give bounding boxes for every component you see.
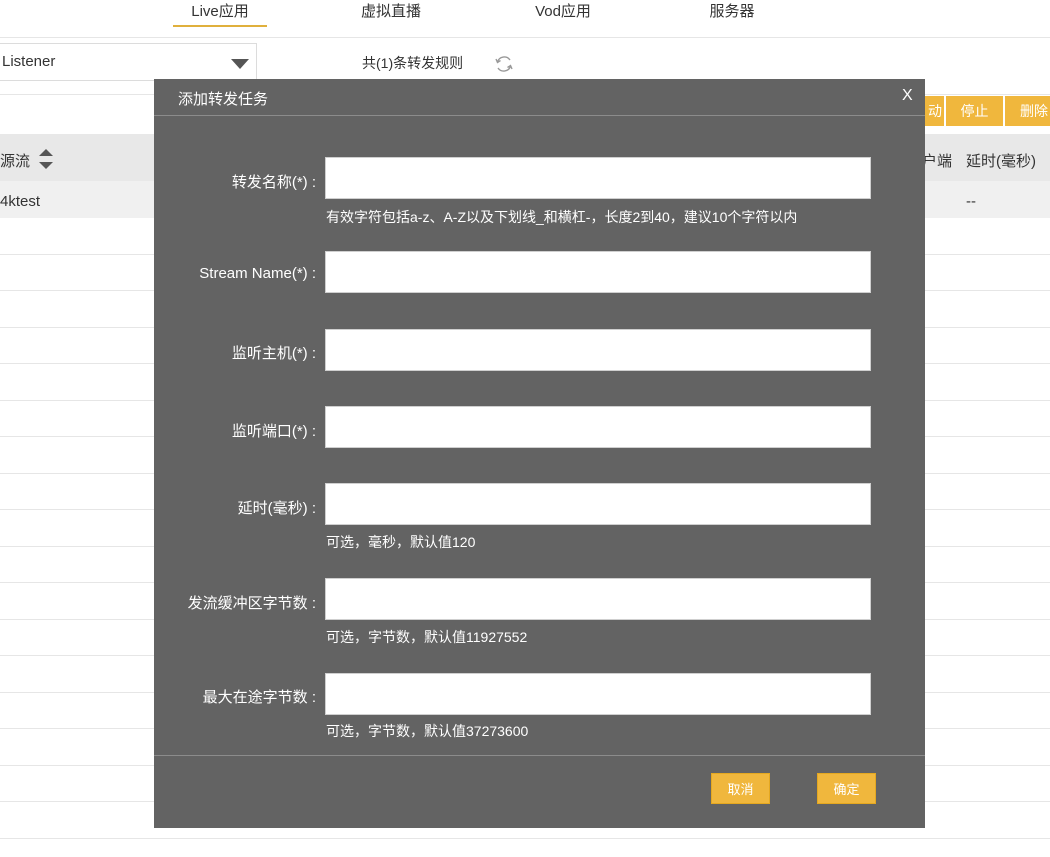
stop-button[interactable]: 停止 (946, 96, 1003, 126)
row-divider (0, 838, 1050, 839)
forward-name-label: 转发名称(*) : (231, 174, 316, 191)
mode-select-value: Listener (2, 53, 56, 70)
max-inflight-label: 最大在途字节数 : (202, 689, 316, 706)
delay-label: 延时(毫秒) : (237, 500, 316, 517)
forward-name-input[interactable] (325, 157, 871, 199)
dialog-title: 添加转发任务 (178, 91, 269, 108)
listen-host-input[interactable] (325, 329, 871, 371)
stream-name-input[interactable] (325, 251, 871, 293)
mode-select[interactable]: Listener (0, 43, 257, 81)
delay-input[interactable] (325, 483, 871, 525)
delay-hint: 可选，毫秒，默认值120 (326, 534, 476, 550)
forward-name-hint: 有效字符包括a-z、A-Z以及下划线_和横杠-，长度2到40，建议10个字符以内 (326, 209, 798, 225)
listen-port-label: 监听端口(*) : (231, 423, 316, 440)
add-forward-task-dialog: 添加转发任务 X 转发名称(*) : 有效字符包括a-z、A-Z以及下划线_和横… (154, 79, 925, 828)
column-header-source[interactable]: 源流 (0, 150, 30, 171)
tab-vod-app[interactable]: Vod应用 (518, 0, 608, 27)
row-source-cell: 4ktest (0, 193, 41, 210)
listen-host-label: 监听主机(*) : (231, 345, 316, 362)
close-button[interactable]: X (902, 87, 913, 105)
confirm-button[interactable]: 确定 (817, 773, 876, 804)
column-header-client: 户端 (922, 153, 953, 170)
send-buffer-label: 发流缓冲区字节数 : (187, 595, 316, 612)
stream-name-label: Stream Name(*) : (199, 265, 316, 282)
chevron-down-icon (231, 59, 249, 69)
column-header-delay: 延时(毫秒) (966, 153, 1036, 170)
tab-server[interactable]: 服务器 (692, 0, 772, 27)
top-nav: Live应用 虚拟直播 Vod应用 服务器 (0, 0, 1050, 38)
tab-live-app[interactable]: Live应用 (173, 0, 267, 27)
send-buffer-input[interactable] (325, 578, 871, 620)
tab-virtual-live[interactable]: 虚拟直播 (346, 0, 436, 27)
max-inflight-hint: 可选，字节数，默认值37273600 (326, 723, 529, 739)
dialog-header: 添加转发任务 X (154, 79, 925, 116)
rule-count-text: 共(1)条转发规则 (362, 55, 464, 71)
refresh-icon[interactable] (494, 54, 514, 74)
cancel-button[interactable]: 取消 (711, 773, 770, 804)
dialog-footer-divider (154, 755, 925, 756)
row-delay-cell: -- (966, 193, 976, 210)
send-buffer-hint: 可选，字节数，默认值11927552 (326, 629, 528, 645)
delete-button[interactable]: 删除 (1005, 96, 1050, 126)
listen-port-input[interactable] (325, 406, 871, 448)
sort-icon[interactable] (38, 147, 54, 171)
max-inflight-input[interactable] (325, 673, 871, 715)
